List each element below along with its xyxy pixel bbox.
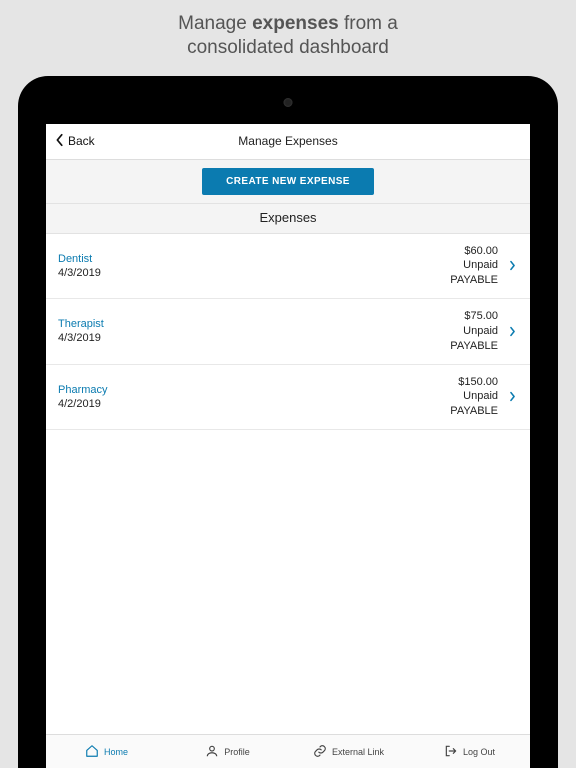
expense-title: Pharmacy xyxy=(58,384,450,396)
chevron-right-icon xyxy=(504,391,520,402)
chevron-left-icon xyxy=(54,133,66,150)
page-title: Manage Expenses xyxy=(238,134,337,148)
expense-amount: $60.00 xyxy=(450,244,498,259)
tab-external-link[interactable]: External Link xyxy=(288,735,409,768)
tab-label: Log Out xyxy=(463,747,495,757)
tab-label: Home xyxy=(104,747,128,757)
screen-body: Dentist 4/3/2019 $60.00 Unpaid PAYABLE T… xyxy=(46,234,530,735)
expense-left: Therapist 4/3/2019 xyxy=(58,318,450,344)
tablet-camera xyxy=(284,98,293,107)
chevron-right-icon xyxy=(504,326,520,337)
navbar: Back Manage Expenses xyxy=(46,124,530,160)
tablet-frame: Back Manage Expenses CREATE NEW EXPENSE … xyxy=(18,76,558,768)
back-label: Back xyxy=(68,134,95,148)
expense-substatus: PAYABLE xyxy=(450,273,498,288)
expense-row[interactable]: Therapist 4/3/2019 $75.00 Unpaid PAYABLE xyxy=(46,299,530,365)
expense-status: Unpaid xyxy=(450,324,498,339)
expense-amount: $75.00 xyxy=(450,309,498,324)
tab-profile[interactable]: Profile xyxy=(167,735,288,768)
expense-right: $75.00 Unpaid PAYABLE xyxy=(450,309,498,354)
expense-amount: $150.00 xyxy=(450,375,498,390)
tab-logout[interactable]: Log Out xyxy=(409,735,530,768)
link-icon xyxy=(313,744,327,760)
expense-date: 4/2/2019 xyxy=(58,398,450,410)
expense-left: Dentist 4/3/2019 xyxy=(58,253,450,279)
app-screen: Back Manage Expenses CREATE NEW EXPENSE … xyxy=(46,124,530,768)
tab-label: External Link xyxy=(332,747,384,757)
home-icon xyxy=(85,744,99,760)
marketing-caption: Manage expenses from a consolidated dash… xyxy=(178,12,398,60)
expense-row[interactable]: Dentist 4/3/2019 $60.00 Unpaid PAYABLE xyxy=(46,234,530,300)
tabbar: Home Profile External Link Log Out xyxy=(46,734,530,768)
tab-label: Profile xyxy=(224,747,250,757)
expense-date: 4/3/2019 xyxy=(58,267,450,279)
expense-title: Therapist xyxy=(58,318,450,330)
expense-substatus: PAYABLE xyxy=(450,339,498,354)
expense-status: Unpaid xyxy=(450,258,498,273)
profile-icon xyxy=(205,744,219,760)
expense-substatus: PAYABLE xyxy=(450,404,498,419)
expense-status: Unpaid xyxy=(450,389,498,404)
expense-right: $60.00 Unpaid PAYABLE xyxy=(450,244,498,289)
chevron-right-icon xyxy=(504,260,520,271)
expense-left: Pharmacy 4/2/2019 xyxy=(58,384,450,410)
back-button[interactable]: Back xyxy=(54,124,95,159)
expense-right: $150.00 Unpaid PAYABLE xyxy=(450,375,498,420)
tab-home[interactable]: Home xyxy=(46,735,167,768)
logout-icon xyxy=(444,744,458,760)
expense-date: 4/3/2019 xyxy=(58,332,450,344)
create-new-expense-button[interactable]: CREATE NEW EXPENSE xyxy=(202,168,374,195)
create-bar: CREATE NEW EXPENSE xyxy=(46,160,530,204)
expense-title: Dentist xyxy=(58,253,450,265)
expense-list: Dentist 4/3/2019 $60.00 Unpaid PAYABLE T… xyxy=(46,234,530,431)
section-header-expenses: Expenses xyxy=(46,204,530,234)
expense-row[interactable]: Pharmacy 4/2/2019 $150.00 Unpaid PAYABLE xyxy=(46,365,530,431)
